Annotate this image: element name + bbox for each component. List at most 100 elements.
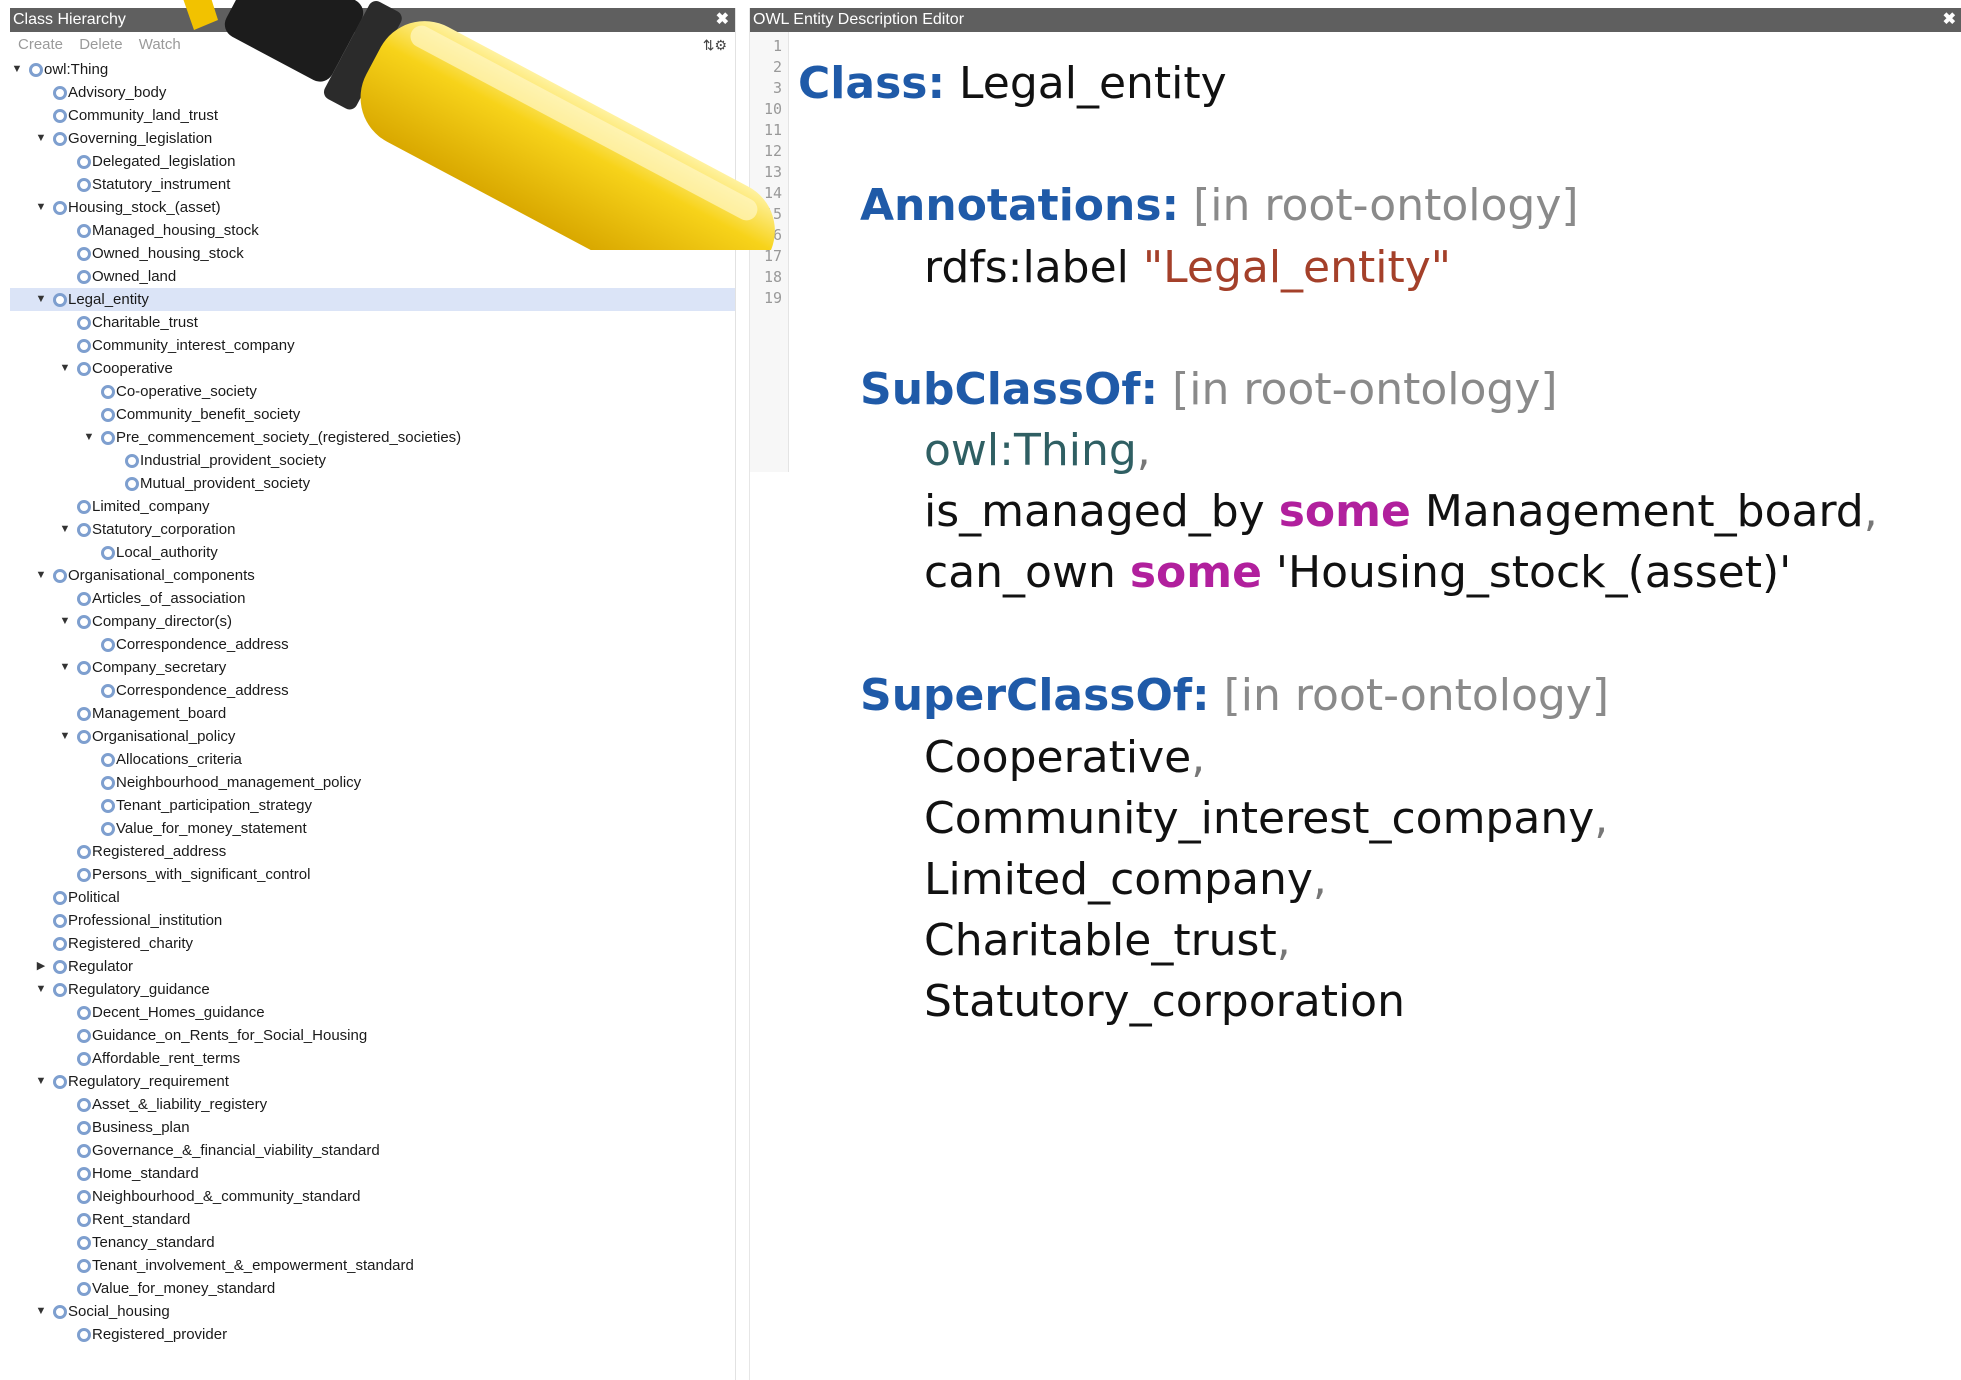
- expand-triangle-icon[interactable]: ▼: [34, 127, 48, 150]
- comma: ,: [1276, 915, 1291, 966]
- options-icon[interactable]: ⇅⚙: [703, 32, 727, 58]
- expand-triangle-icon[interactable]: ▼: [82, 426, 96, 449]
- tree-node-label: Guidance_on_Rents_for_Social_Housing: [92, 1027, 368, 1044]
- annotation-row[interactable]: rdfs:label "Legal_entity": [924, 242, 1451, 293]
- tree-node-label: Correspondence_address: [116, 682, 289, 699]
- tree-node[interactable]: ▼ Regulatory_guidance: [10, 978, 735, 1001]
- superclass-row[interactable]: Limited_company,: [924, 854, 1327, 905]
- tree-node[interactable]: ▼ Legal_entity: [10, 288, 735, 311]
- subclass-row[interactable]: owl:Thing,: [924, 425, 1151, 476]
- expand-triangle-icon[interactable]: ▼: [58, 610, 72, 633]
- tree-node[interactable]: Advisory_body: [10, 81, 735, 104]
- tree-node[interactable]: Owned_housing_stock: [10, 242, 735, 265]
- close-icon[interactable]: ✖: [716, 8, 729, 32]
- expand-triangle-icon[interactable]: ▼: [34, 564, 48, 587]
- superclass-row[interactable]: Cooperative,: [924, 732, 1205, 783]
- class-circle-icon: [53, 983, 67, 997]
- tree-node[interactable]: Managed_housing_stock: [10, 219, 735, 242]
- class-circle-icon: [77, 1328, 91, 1342]
- expand-triangle-icon[interactable]: ▼: [34, 1070, 48, 1093]
- tree-node[interactable]: Political: [10, 886, 735, 909]
- tree-node[interactable]: ▼ Social_housing: [10, 1300, 735, 1323]
- tree-node[interactable]: Community_interest_company: [10, 334, 735, 357]
- tree-node[interactable]: ▼ Cooperative: [10, 357, 735, 380]
- tree-node[interactable]: Statutory_instrument: [10, 173, 735, 196]
- class-circle-icon: [77, 1213, 91, 1227]
- tree-node[interactable]: Governance_&_financial_viability_standar…: [10, 1139, 735, 1162]
- tree-node[interactable]: Tenant_participation_strategy: [10, 794, 735, 817]
- tree-node[interactable]: Articles_of_association: [10, 587, 735, 610]
- tree-node[interactable]: Co-operative_society: [10, 380, 735, 403]
- superclass-row[interactable]: Community_interest_company,: [924, 793, 1608, 844]
- tree-node[interactable]: ▼ Statutory_corporation: [10, 518, 735, 541]
- tree-node[interactable]: Community_land_trust: [10, 104, 735, 127]
- create-button[interactable]: Create: [18, 36, 63, 53]
- line-number: 15: [763, 205, 782, 223]
- tree-node[interactable]: Limited_company: [10, 495, 735, 518]
- tree-node[interactable]: Registered_provider: [10, 1323, 735, 1346]
- tree-node[interactable]: Neighbourhood_&_community_standard: [10, 1185, 735, 1208]
- expand-triangle-icon[interactable]: ▼: [58, 357, 72, 380]
- tree-node[interactable]: Registered_charity: [10, 932, 735, 955]
- tree-node[interactable]: Business_plan: [10, 1116, 735, 1139]
- tree-node[interactable]: Correspondence_address: [10, 633, 735, 656]
- superclass-row[interactable]: Charitable_trust,: [924, 915, 1291, 966]
- expand-triangle-icon[interactable]: ▼: [58, 725, 72, 748]
- tree-node[interactable]: ▶ Regulator: [10, 955, 735, 978]
- tree-node[interactable]: ▼ owl:Thing: [10, 58, 735, 81]
- tree-node[interactable]: Management_board: [10, 702, 735, 725]
- tree-node[interactable]: ▼ Regulatory_requirement: [10, 1070, 735, 1093]
- tree-node[interactable]: Charitable_trust: [10, 311, 735, 334]
- tree-node[interactable]: Delegated_legislation: [10, 150, 735, 173]
- tree-node[interactable]: ▼ Governing_legislation: [10, 127, 735, 150]
- tree-node[interactable]: ▼ Organisational_policy: [10, 725, 735, 748]
- tree-node[interactable]: Guidance_on_Rents_for_Social_Housing: [10, 1024, 735, 1047]
- tree-node[interactable]: Correspondence_address: [10, 679, 735, 702]
- filler-management-board: Management_board: [1410, 486, 1864, 537]
- tree-node[interactable]: Tenant_involvement_&_empowerment_standar…: [10, 1254, 735, 1277]
- expand-triangle-icon[interactable]: ▼: [34, 1300, 48, 1323]
- tree-node[interactable]: Owned_land: [10, 265, 735, 288]
- tree-node[interactable]: Industrial_provident_society: [10, 449, 735, 472]
- tree-node[interactable]: Persons_with_significant_control: [10, 863, 735, 886]
- class-circle-icon: [101, 822, 115, 836]
- subclass-row[interactable]: can_own some 'Housing_stock_(asset)': [924, 547, 1791, 598]
- tree-node[interactable]: Tenancy_standard: [10, 1231, 735, 1254]
- expand-triangle-icon[interactable]: ▼: [34, 978, 48, 1001]
- tree-node[interactable]: ▼ Company_secretary: [10, 656, 735, 679]
- tree-node[interactable]: Decent_Homes_guidance: [10, 1001, 735, 1024]
- tree-node[interactable]: Value_for_money_statement: [10, 817, 735, 840]
- tree-node[interactable]: Local_authority: [10, 541, 735, 564]
- tree-node[interactable]: Home_standard: [10, 1162, 735, 1185]
- tree-node[interactable]: ▼ Housing_stock_(asset): [10, 196, 735, 219]
- superclass-row[interactable]: Statutory_corporation: [924, 976, 1405, 1027]
- tree-node-label: Governance_&_financial_viability_standar…: [92, 1142, 380, 1159]
- watch-button[interactable]: Watch: [139, 36, 181, 53]
- tree-node[interactable]: Asset_&_liability_registery: [10, 1093, 735, 1116]
- tree-node[interactable]: ▼ Company_director(s): [10, 610, 735, 633]
- tree-node-label: Persons_with_significant_control: [92, 866, 311, 883]
- tree-node[interactable]: Value_for_money_standard: [10, 1277, 735, 1300]
- delete-button[interactable]: Delete: [79, 36, 122, 53]
- close-icon[interactable]: ✖: [1943, 8, 1956, 32]
- expand-triangle-icon[interactable]: ▼: [10, 58, 24, 81]
- expand-triangle-icon[interactable]: ▼: [34, 288, 48, 311]
- tree-node[interactable]: ▼ Pre_commencement_society_(registered_so…: [10, 426, 735, 449]
- tree-node[interactable]: Allocations_criteria: [10, 748, 735, 771]
- tree-node[interactable]: Community_benefit_society: [10, 403, 735, 426]
- expand-triangle-icon[interactable]: ▼: [34, 196, 48, 219]
- tree-node[interactable]: Rent_standard: [10, 1208, 735, 1231]
- tree-node[interactable]: Registered_address: [10, 840, 735, 863]
- tree-node[interactable]: Professional_institution: [10, 909, 735, 932]
- tree-node-label: Company_director(s): [92, 613, 233, 630]
- expand-triangle-icon[interactable]: ▼: [58, 656, 72, 679]
- subclass-row[interactable]: is_managed_by some Management_board,: [924, 486, 1878, 537]
- class-circle-icon: [77, 178, 91, 192]
- expand-triangle-icon[interactable]: ▼: [58, 518, 72, 541]
- tree-node[interactable]: Affordable_rent_terms: [10, 1047, 735, 1070]
- tree-node[interactable]: ▼ Organisational_components: [10, 564, 735, 587]
- tree-node[interactable]: Neighbourhood_management_policy: [10, 771, 735, 794]
- tree-node[interactable]: Mutual_provident_society: [10, 472, 735, 495]
- collapse-triangle-icon[interactable]: ▶: [34, 955, 48, 978]
- tree-node-label: Community_land_trust: [68, 107, 219, 124]
